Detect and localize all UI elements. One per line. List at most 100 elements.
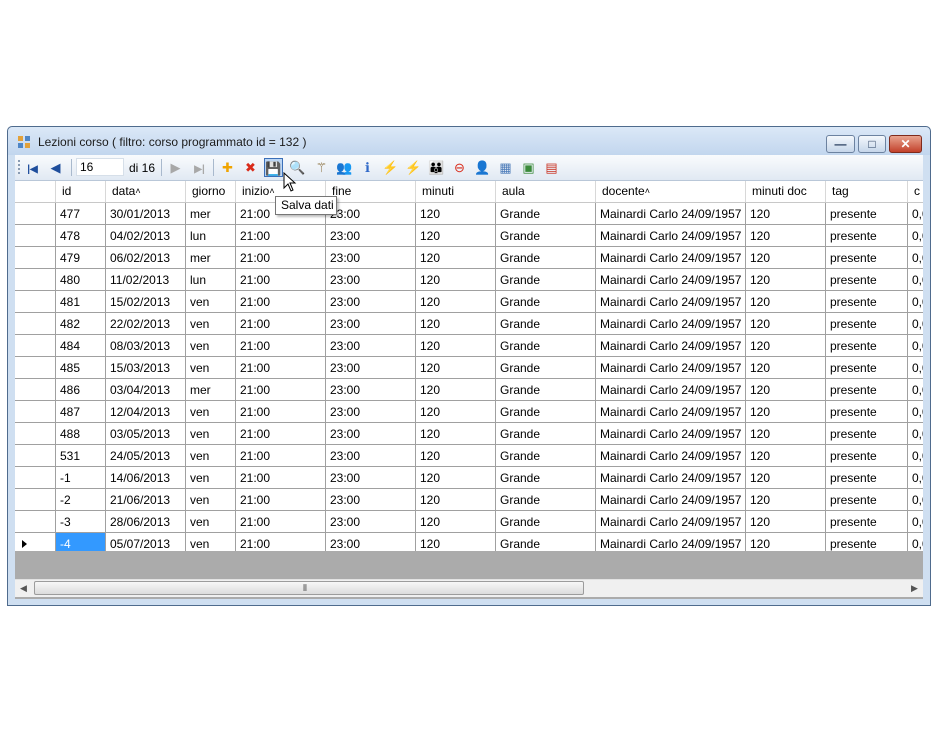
cell-inizio[interactable]: 21:00: [236, 445, 326, 467]
horizontal-scrollbar[interactable]: ◀ ⦀ ▶: [15, 579, 923, 597]
cell-c[interactable]: 0,0: [908, 313, 923, 335]
calendar-add-button[interactable]: ▣: [519, 158, 538, 177]
cell-c[interactable]: 0,0: [908, 203, 923, 225]
move-next-button[interactable]: ▶: [166, 158, 185, 177]
cell-aula[interactable]: Grande: [496, 291, 596, 313]
cell-minuti[interactable]: 120: [416, 511, 496, 533]
cell-data[interactable]: 03/04/2013: [106, 379, 186, 401]
cell-inizio[interactable]: 21:00: [236, 291, 326, 313]
cell-fine[interactable]: 23:00: [326, 533, 416, 551]
cell-tag[interactable]: presente: [826, 401, 908, 423]
row-header[interactable]: [15, 247, 56, 269]
cell-giorno[interactable]: ven: [186, 357, 236, 379]
cell-fine[interactable]: 23:00: [326, 423, 416, 445]
table-row[interactable]: 480 11/02/2013 lun 21:00 23:00 120 Grande Maina…: [15, 269, 923, 291]
cell-giorno[interactable]: ven: [186, 401, 236, 423]
cell-data[interactable]: 05/07/2013: [106, 533, 186, 551]
cell-aula[interactable]: Grande: [496, 511, 596, 533]
cell-inizio[interactable]: 21:00: [236, 313, 326, 335]
cell-docente[interactable]: Mainardi Carlo 24/09/1957: [596, 225, 746, 247]
cell-data[interactable]: 24/05/2013: [106, 445, 186, 467]
minimize-button[interactable]: —: [826, 135, 855, 153]
cell-inizio[interactable]: 21:00: [236, 423, 326, 445]
cell-giorno[interactable]: ven: [186, 511, 236, 533]
cell-docente[interactable]: Mainardi Carlo 24/09/1957: [596, 533, 746, 551]
cell-docente[interactable]: Mainardi Carlo 24/09/1957: [596, 335, 746, 357]
cell-id[interactable]: 481: [56, 291, 106, 313]
cell-aula[interactable]: Grande: [496, 423, 596, 445]
cell-aula[interactable]: Grande: [496, 401, 596, 423]
cell-minuti[interactable]: 120: [416, 247, 496, 269]
cell-fine[interactable]: 23:00: [326, 401, 416, 423]
cell-docente[interactable]: Mainardi Carlo 24/09/1957: [596, 423, 746, 445]
cell-giorno[interactable]: ven: [186, 467, 236, 489]
cell-minuti-doc[interactable]: 120: [746, 203, 826, 225]
cell-c[interactable]: 0,0: [908, 225, 923, 247]
cell-id[interactable]: 488: [56, 423, 106, 445]
cell-c[interactable]: 0,0: [908, 247, 923, 269]
cell-minuti-doc[interactable]: 120: [746, 335, 826, 357]
cell-tag[interactable]: presente: [826, 335, 908, 357]
table-row[interactable]: 488 03/05/2013 ven 21:00 23:00 120 Grande Maina…: [15, 423, 923, 445]
cell-giorno[interactable]: ven: [186, 291, 236, 313]
row-header[interactable]: [15, 269, 56, 291]
column-header-fine[interactable]: fine: [326, 181, 416, 202]
cell-aula[interactable]: Grande: [496, 467, 596, 489]
table-row[interactable]: -3 28/06/2013 ven 21:00 23:00 120 Grande Mainar…: [15, 511, 923, 533]
row-header[interactable]: [15, 335, 56, 357]
cell-id[interactable]: 477: [56, 203, 106, 225]
cell-giorno[interactable]: ven: [186, 489, 236, 511]
cell-tag[interactable]: presente: [826, 313, 908, 335]
cell-data[interactable]: 28/06/2013: [106, 511, 186, 533]
cell-aula[interactable]: Grande: [496, 445, 596, 467]
column-header-giorno[interactable]: giorno: [186, 181, 236, 202]
cell-docente[interactable]: Mainardi Carlo 24/09/1957: [596, 379, 746, 401]
cell-inizio[interactable]: 21:00: [236, 401, 326, 423]
cell-minuti-doc[interactable]: 120: [746, 357, 826, 379]
cell-id[interactable]: -1: [56, 467, 106, 489]
table-row[interactable]: 478 04/02/2013 lun 21:00 23:00 120 Grande Maina…: [15, 225, 923, 247]
cell-minuti-doc[interactable]: 120: [746, 247, 826, 269]
cell-c[interactable]: 0,0: [908, 291, 923, 313]
row-header[interactable]: [15, 203, 56, 225]
cell-tag[interactable]: presente: [826, 467, 908, 489]
cell-docente[interactable]: Mainardi Carlo 24/09/1957: [596, 313, 746, 335]
column-header-tag[interactable]: tag: [826, 181, 908, 202]
cell-inizio[interactable]: 21:00: [236, 225, 326, 247]
cell-minuti-doc[interactable]: 120: [746, 379, 826, 401]
cell-aula[interactable]: Grande: [496, 225, 596, 247]
cell-aula[interactable]: Grande: [496, 379, 596, 401]
cell-minuti[interactable]: 120: [416, 225, 496, 247]
close-button[interactable]: ✕: [889, 135, 922, 153]
title-bar[interactable]: Lezioni corso ( filtro: corso programmat…: [8, 127, 930, 155]
cell-c[interactable]: 0,0: [908, 467, 923, 489]
cell-aula[interactable]: Grande: [496, 313, 596, 335]
cell-fine[interactable]: 23:00: [326, 445, 416, 467]
cell-id[interactable]: 482: [56, 313, 106, 335]
cell-c[interactable]: 0,0: [908, 511, 923, 533]
cell-minuti[interactable]: 120: [416, 291, 496, 313]
maximize-button[interactable]: □: [858, 135, 886, 153]
cell-minuti-doc[interactable]: 120: [746, 467, 826, 489]
cell-tag[interactable]: presente: [826, 445, 908, 467]
row-header[interactable]: [15, 357, 56, 379]
table-row[interactable]: 486 03/04/2013 mer 21:00 23:00 120 Grande Maina…: [15, 379, 923, 401]
cell-tag[interactable]: presente: [826, 247, 908, 269]
cell-docente[interactable]: Mainardi Carlo 24/09/1957: [596, 511, 746, 533]
toolbar-grip[interactable]: [18, 160, 20, 175]
cell-id[interactable]: 479: [56, 247, 106, 269]
cell-data[interactable]: 15/02/2013: [106, 291, 186, 313]
cell-giorno[interactable]: ven: [186, 313, 236, 335]
cell-docente[interactable]: Mainardi Carlo 24/09/1957: [596, 489, 746, 511]
cell-giorno[interactable]: lun: [186, 269, 236, 291]
save-button[interactable]: 💾: [264, 158, 283, 177]
cell-tag[interactable]: presente: [826, 357, 908, 379]
cell-inizio[interactable]: 21:00: [236, 533, 326, 551]
cell-minuti[interactable]: 120: [416, 203, 496, 225]
row-header[interactable]: [15, 423, 56, 445]
row-header[interactable]: [15, 401, 56, 423]
cell-aula[interactable]: Grande: [496, 247, 596, 269]
calendar-red-button[interactable]: ▤: [542, 158, 561, 177]
cell-docente[interactable]: Mainardi Carlo 24/09/1957: [596, 445, 746, 467]
person-group-button[interactable]: 👪: [427, 158, 446, 177]
